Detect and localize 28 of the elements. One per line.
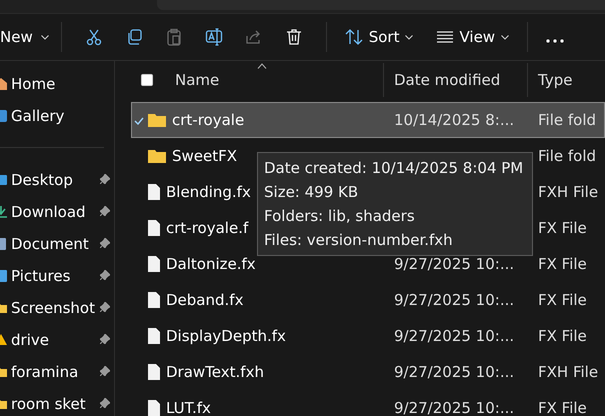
file-name: SweetFX: [172, 147, 238, 165]
file-type: File fold: [537, 147, 598, 165]
file-type: FX File: [537, 399, 588, 416]
file-name: DrawText.fxh: [166, 363, 264, 381]
file-name: DisplayDepth.fx: [166, 327, 286, 345]
file-type: FX File: [537, 255, 588, 273]
date-modified: 9/27/2025 10:...: [393, 327, 516, 345]
date-modified: 9/27/2025 10:...: [393, 291, 516, 309]
date-modified: 9/27/2025 10:...: [393, 255, 516, 273]
file-name: crt-royale.f: [166, 219, 248, 237]
file-type: FXH File: [537, 363, 600, 381]
file-name: Blending.fx: [166, 183, 251, 201]
date-modified: 10/14/2025 8:...: [393, 111, 516, 129]
file-type: File fold: [537, 111, 598, 129]
file-type: FX File: [537, 291, 588, 309]
file-name: crt-royale: [172, 111, 244, 129]
tooltip-line: Files: version-number.fxh: [264, 230, 454, 251]
file-name: LUT.fx: [166, 399, 211, 416]
tooltip-line: Folders: lib, shaders: [264, 206, 416, 227]
tooltip-line: Date created: 10/14/2025 8:04 PM: [264, 158, 524, 179]
file-type: FX File: [537, 219, 588, 237]
tooltip-line: Size: 499 KB: [264, 182, 360, 203]
file-name: Daltonize.fx: [166, 255, 256, 273]
date-modified: 9/27/2025 10:...: [393, 399, 516, 416]
file-name: Deband.fx: [166, 291, 244, 309]
file-type: FX File: [537, 327, 588, 345]
file-type: FXH File: [537, 183, 600, 201]
date-modified: 9/27/2025 10:...: [393, 363, 516, 381]
